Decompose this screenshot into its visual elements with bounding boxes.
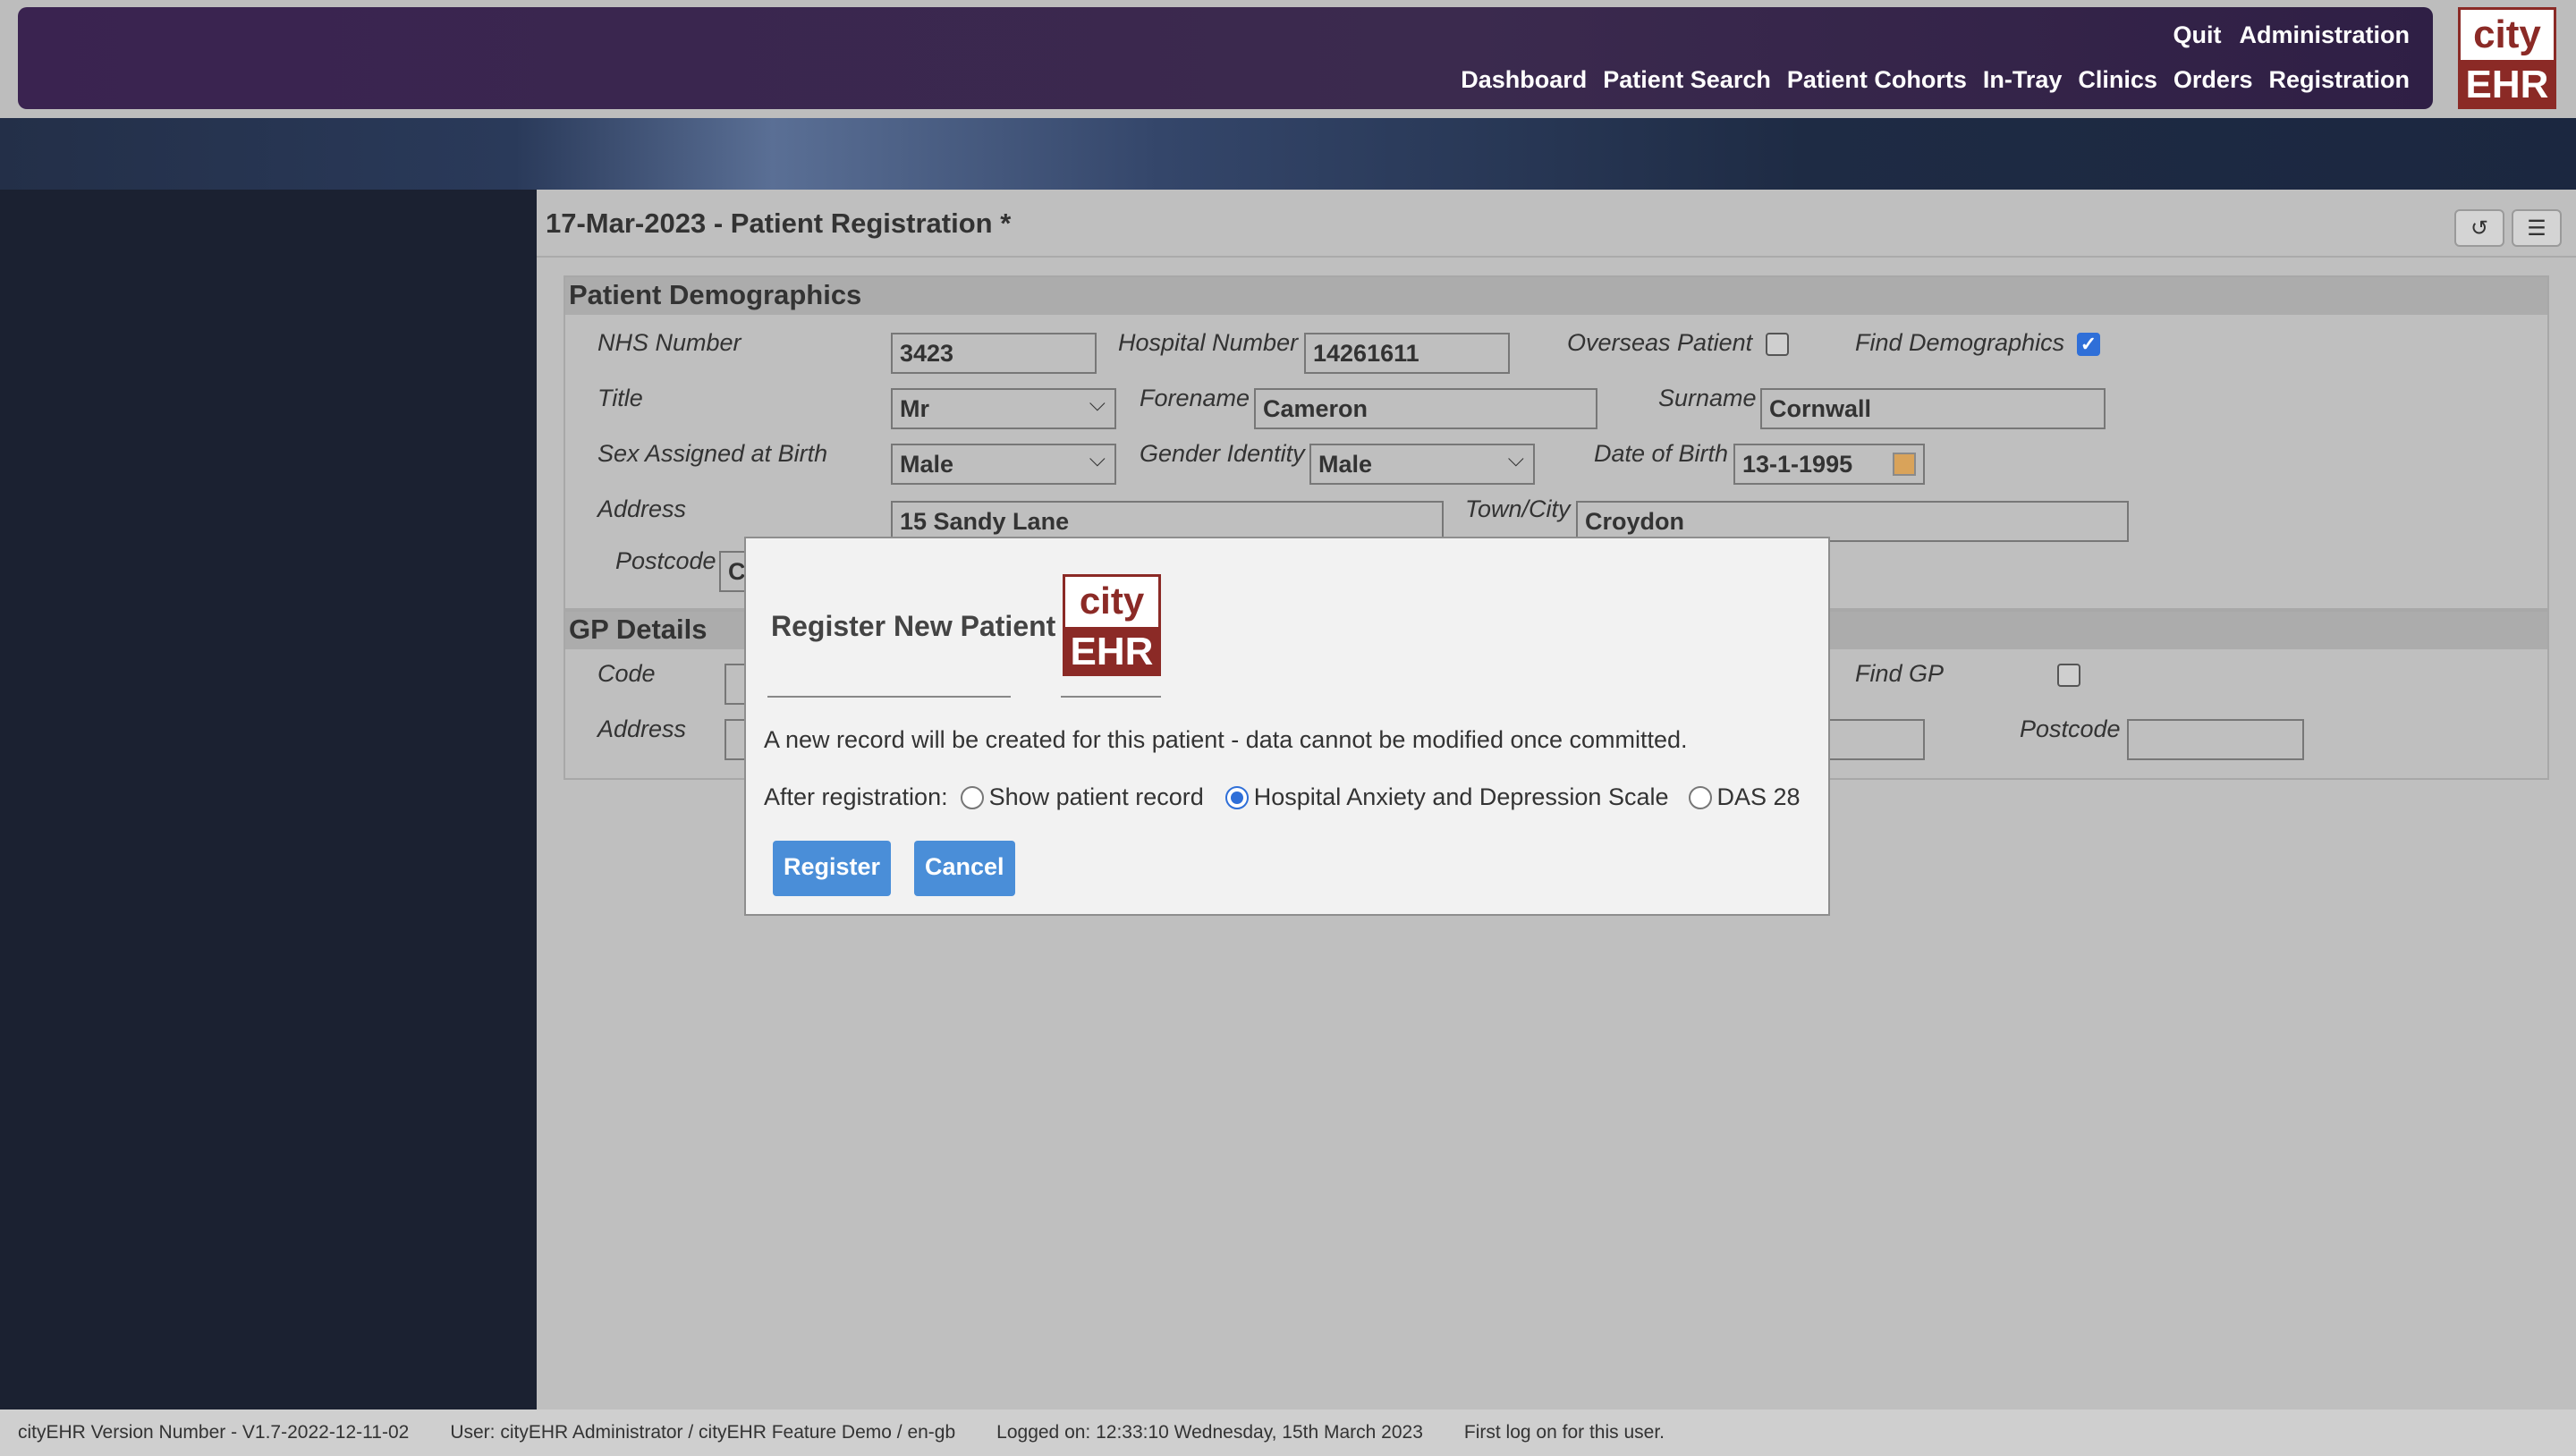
- logo-city-text: city: [2473, 13, 2541, 56]
- after-registration-options: After registration: Show patient record …: [764, 783, 1801, 811]
- demographics-heading: Patient Demographics: [565, 277, 2547, 315]
- gp-postcode-field[interactable]: [2127, 719, 2304, 760]
- surname-label: Surname: [1658, 385, 1757, 411]
- date-of-birth-label: Date of Birth: [1594, 440, 1729, 467]
- date-of-birth-value: 13-1-1995: [1742, 451, 1853, 478]
- option-show-patient-record-label: Show patient record: [988, 783, 1204, 810]
- find-demographics-checkbox[interactable]: ✓: [2077, 333, 2100, 356]
- gender-identity-label: Gender Identity: [1140, 440, 1305, 467]
- list-icon: ☰: [2527, 216, 2546, 241]
- dialog-title: Register New Patient: [771, 610, 1056, 642]
- dialog-logo-divider: [1061, 696, 1161, 698]
- postcode-label: Postcode: [615, 547, 716, 574]
- forename-field[interactable]: Cameron: [1254, 388, 1597, 429]
- nav-orders[interactable]: Orders: [2174, 66, 2253, 94]
- nhs-number-label: NHS Number: [597, 329, 741, 356]
- option-das28-label: DAS 28: [1716, 783, 1801, 810]
- find-gp-checkbox[interactable]: [2057, 664, 2080, 687]
- left-sidebar: [0, 190, 537, 1409]
- date-of-birth-field[interactable]: 13-1-1995: [1733, 444, 1925, 485]
- radio-hads[interactable]: [1224, 785, 1249, 809]
- nhs-number-field[interactable]: 3423: [891, 333, 1097, 374]
- sex-at-birth-select[interactable]: Male: [891, 444, 1116, 485]
- dialog-logo-ehr-text: EHR: [1065, 627, 1158, 673]
- first-logon-info: First log on for this user.: [1463, 1422, 1665, 1443]
- cityehr-logo[interactable]: city EHR: [2458, 7, 2556, 109]
- title-divider: [537, 256, 2576, 258]
- hospital-number-field[interactable]: 14261611: [1304, 333, 1510, 374]
- gender-identity-select[interactable]: Male: [1309, 444, 1535, 485]
- register-button[interactable]: Register: [773, 841, 892, 896]
- gp-postcode-label: Postcode: [2020, 715, 2121, 742]
- find-gp-label: Find GP: [1855, 660, 1945, 687]
- version-info: cityEHR Version Number - V1.7-2022-12-11…: [18, 1422, 410, 1443]
- nav-patient-search[interactable]: Patient Search: [1603, 66, 1771, 94]
- address-label: Address: [597, 495, 687, 522]
- dialog-title-divider: [767, 696, 1011, 698]
- dialog-message: A new record will be created for this pa…: [764, 726, 1688, 753]
- nav-panel: Quit Administration Dashboard Patient Se…: [18, 7, 2433, 109]
- title-label: Title: [597, 385, 643, 411]
- forename-label: Forename: [1140, 385, 1250, 411]
- logon-info: Logged on: 12:33:10 Wednesday, 15th Marc…: [996, 1422, 1423, 1443]
- sex-at-birth-label: Sex Assigned at Birth: [597, 440, 828, 467]
- refresh-icon: ↺: [2470, 216, 2489, 241]
- nav-dashboard[interactable]: Dashboard: [1461, 66, 1587, 94]
- hospital-number-label: Hospital Number: [1118, 329, 1299, 356]
- find-demographics-label: Find Demographics: [1855, 329, 2065, 356]
- nav-quit[interactable]: Quit: [2173, 21, 2221, 49]
- register-patient-dialog: Register New Patient city EHR A new reco…: [744, 537, 1830, 916]
- overseas-patient-label: Overseas Patient: [1567, 329, 1753, 356]
- title-value: Mr: [900, 395, 929, 422]
- page-title: 17-Mar-2023 - Patient Registration *: [546, 207, 1012, 239]
- nav-in-tray[interactable]: In-Tray: [1983, 66, 2063, 94]
- gender-identity-value: Male: [1318, 451, 1373, 478]
- refresh-button[interactable]: ↺: [2454, 209, 2504, 247]
- option-hads[interactable]: Hospital Anxiety and Depression Scale: [1224, 783, 1669, 811]
- list-button[interactable]: ☰: [2512, 209, 2562, 247]
- nav-top-links: Quit Administration: [2173, 21, 2410, 49]
- radio-show-patient-record[interactable]: [960, 785, 984, 809]
- status-bar: cityEHR Version Number - V1.7-2022-12-11…: [0, 1409, 2576, 1456]
- dialog-cityehr-logo: city EHR: [1063, 574, 1161, 676]
- option-das28[interactable]: DAS 28: [1688, 783, 1801, 811]
- nav-patient-cohorts[interactable]: Patient Cohorts: [1787, 66, 1967, 94]
- after-registration-label: After registration:: [764, 783, 948, 810]
- nav-main-links: Dashboard Patient Search Patient Cohorts…: [1461, 66, 2410, 94]
- nav-registration[interactable]: Registration: [2268, 66, 2410, 94]
- sex-at-birth-value: Male: [900, 451, 954, 478]
- option-show-patient-record[interactable]: Show patient record: [960, 783, 1204, 811]
- title-select[interactable]: Mr: [891, 388, 1116, 429]
- radio-das28[interactable]: [1688, 785, 1712, 809]
- nav-administration[interactable]: Administration: [2239, 21, 2410, 49]
- town-city-label: Town/City: [1465, 495, 1571, 522]
- nav-clinics[interactable]: Clinics: [2078, 66, 2157, 94]
- overseas-patient-checkbox[interactable]: [1766, 333, 1789, 356]
- logo-ehr-text: EHR: [2461, 60, 2554, 106]
- dialog-logo-city-text: city: [1079, 580, 1145, 622]
- surname-field[interactable]: Cornwall: [1760, 388, 2106, 429]
- user-info: User: cityEHR Administrator / cityEHR Fe…: [450, 1422, 956, 1443]
- cancel-button[interactable]: Cancel: [914, 841, 1015, 896]
- calendar-icon[interactable]: [1893, 453, 1916, 476]
- gp-code-label: Code: [597, 660, 656, 687]
- gp-address-label: Address: [597, 715, 687, 742]
- option-hads-label: Hospital Anxiety and Depression Scale: [1253, 783, 1669, 810]
